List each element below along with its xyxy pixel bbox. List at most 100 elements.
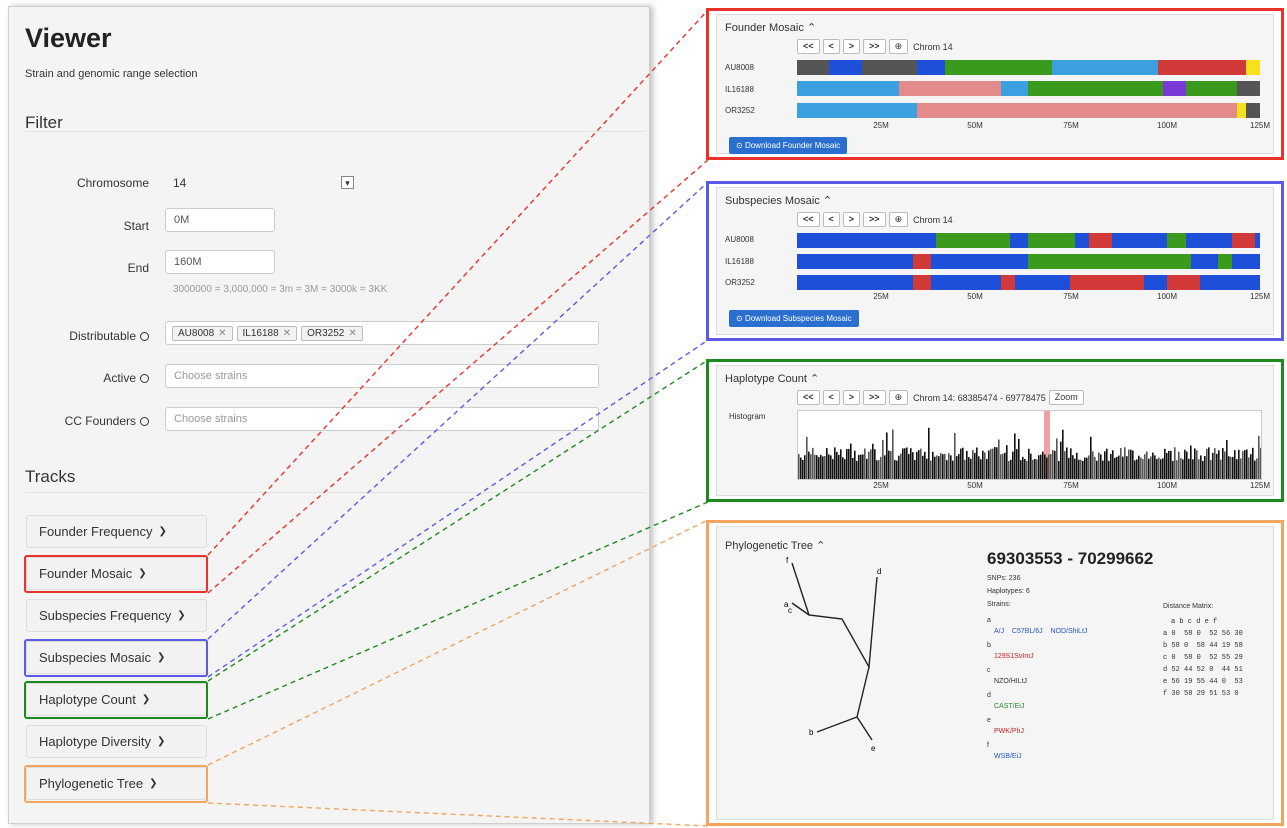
histogram-bar bbox=[882, 439, 884, 479]
axis-tick: 50M bbox=[967, 121, 983, 130]
histogram-bar bbox=[1108, 460, 1110, 479]
histogram-bar bbox=[832, 459, 834, 479]
histogram-bar bbox=[824, 456, 826, 479]
histogram-bar bbox=[898, 455, 900, 479]
strain-name: CAST/EiJ bbox=[994, 703, 1025, 710]
histogram-bar bbox=[972, 449, 974, 479]
histogram-bar bbox=[1134, 460, 1136, 479]
magnifier-icon[interactable]: ⊕ bbox=[888, 212, 909, 227]
mosaic-bar bbox=[797, 233, 1260, 248]
founder-mosaic-title[interactable]: Founder Mosaic ⌃ bbox=[725, 21, 816, 34]
histogram-bar bbox=[802, 459, 804, 479]
nav-first-button[interactable]: << bbox=[797, 39, 820, 54]
histogram-bar bbox=[1122, 456, 1124, 479]
histogram-bar bbox=[1000, 454, 1002, 479]
histogram-bar bbox=[970, 458, 972, 479]
histogram-bar bbox=[852, 457, 854, 479]
nav-last-button[interactable]: >> bbox=[863, 212, 886, 227]
histogram-bar bbox=[1218, 450, 1220, 479]
chrom-text: Chrom 14 bbox=[913, 214, 953, 225]
subspecies-mosaic-title[interactable]: Subspecies Mosaic ⌃ bbox=[725, 194, 832, 207]
download-founder-mosaic-button[interactable]: ⊙ Download Founder Mosaic bbox=[729, 137, 848, 154]
histogram-bar bbox=[1058, 460, 1060, 479]
strains-label: Strains: bbox=[987, 601, 1011, 608]
histogram-bar bbox=[1016, 449, 1018, 479]
histogram-bar bbox=[1078, 459, 1080, 479]
mosaic-bar bbox=[797, 275, 1260, 290]
nav-prev-button[interactable]: < bbox=[822, 390, 840, 405]
axis-tick: 25M bbox=[873, 292, 889, 301]
histogram-bar bbox=[1044, 454, 1046, 479]
histogram-bar bbox=[1128, 449, 1130, 479]
histogram-bar bbox=[1146, 451, 1148, 479]
histogram-bar bbox=[934, 456, 936, 479]
strain-name: C57BL/6J bbox=[1011, 628, 1043, 635]
nav-prev-button[interactable]: < bbox=[822, 212, 840, 227]
tree-range-title: 69303553 - 70299662 bbox=[987, 549, 1154, 568]
histogram-bar bbox=[1010, 459, 1012, 479]
histogram-bar bbox=[1100, 454, 1102, 479]
histogram-bar bbox=[1150, 456, 1152, 479]
histogram-bar bbox=[1254, 460, 1256, 479]
axis-tick: 100M bbox=[1156, 121, 1178, 130]
strain-label: AU8008 bbox=[725, 63, 754, 72]
histogram-bar bbox=[1106, 448, 1108, 479]
distance-matrix: a b c d e f a 0 58 0 52 56 30 b 58 0 58 44… bbox=[1163, 616, 1243, 700]
histogram-bar bbox=[966, 450, 968, 479]
magnifier-icon[interactable]: ⊕ bbox=[888, 390, 909, 405]
histogram-bar bbox=[1204, 456, 1206, 479]
nav-first-button[interactable]: << bbox=[797, 212, 820, 227]
histogram-bar bbox=[822, 456, 824, 479]
nav-prev-button[interactable]: < bbox=[822, 39, 840, 54]
histogram-bar bbox=[1230, 456, 1232, 479]
histogram-bar bbox=[834, 447, 836, 479]
histogram-bar bbox=[1104, 451, 1106, 479]
histogram-bar bbox=[806, 436, 808, 479]
matrix-row: a 0 58 0 52 56 30 bbox=[1163, 630, 1243, 638]
histogram-bar bbox=[1214, 448, 1216, 479]
group-key: e bbox=[987, 717, 991, 724]
phylogenetic-tree-title[interactable]: Phylogenetic Tree ⌃ bbox=[725, 539, 825, 552]
zoom-button[interactable]: Zoom bbox=[1048, 390, 1084, 405]
histogram-bar bbox=[1072, 455, 1074, 479]
nav-next-button[interactable]: > bbox=[842, 390, 861, 405]
histogram-bar bbox=[906, 447, 908, 479]
axis-tick: 100M bbox=[1156, 481, 1178, 490]
matrix-row: f 30 58 29 51 53 0 bbox=[1163, 690, 1239, 698]
histogram-bar bbox=[1234, 450, 1236, 479]
histogram-bar bbox=[1250, 454, 1252, 479]
download-subspecies-mosaic-button[interactable]: ⊙ Download Subspecies Mosaic bbox=[729, 310, 859, 327]
histogram-bar bbox=[1152, 452, 1154, 479]
histogram-bar bbox=[924, 451, 926, 479]
nav-last-button[interactable]: >> bbox=[863, 390, 886, 405]
histogram-bar bbox=[864, 448, 866, 479]
histogram-bar bbox=[1096, 460, 1098, 479]
axis-tick: 25M bbox=[873, 481, 889, 490]
histogram-bar bbox=[1028, 448, 1030, 479]
nav-next-button[interactable]: > bbox=[842, 212, 861, 227]
histogram-bar bbox=[1212, 452, 1214, 479]
haplotype-count-title[interactable]: Haplotype Count ⌃ bbox=[725, 372, 819, 385]
histogram-bar bbox=[856, 460, 858, 479]
tree-leaf-label: f bbox=[786, 557, 789, 565]
chevron-up-icon: ⌃ bbox=[822, 195, 833, 207]
histogram-bar bbox=[1002, 453, 1004, 479]
histogram-bar bbox=[1118, 455, 1120, 479]
histogram-bar bbox=[1142, 458, 1144, 479]
histogram-bar bbox=[800, 457, 802, 479]
histogram-bar bbox=[1260, 447, 1261, 479]
download-icon: ⊙ bbox=[736, 314, 745, 323]
histogram-bar bbox=[968, 457, 970, 479]
phylogenetic-tree-panel: Phylogenetic Tree ⌃ f d a c b e 69303553… bbox=[706, 520, 1284, 826]
histogram-bar bbox=[946, 460, 948, 479]
nav-next-button[interactable]: > bbox=[842, 39, 861, 54]
histogram-bar bbox=[818, 457, 820, 479]
group-key: b bbox=[987, 642, 991, 649]
magnifier-icon[interactable]: ⊕ bbox=[888, 39, 909, 54]
histogram-bar bbox=[1192, 459, 1194, 479]
histogram-bar bbox=[1188, 458, 1190, 479]
nav-last-button[interactable]: >> bbox=[863, 39, 886, 54]
histogram-bar bbox=[842, 457, 844, 479]
histogram-bar bbox=[1182, 459, 1184, 479]
nav-first-button[interactable]: << bbox=[797, 390, 820, 405]
